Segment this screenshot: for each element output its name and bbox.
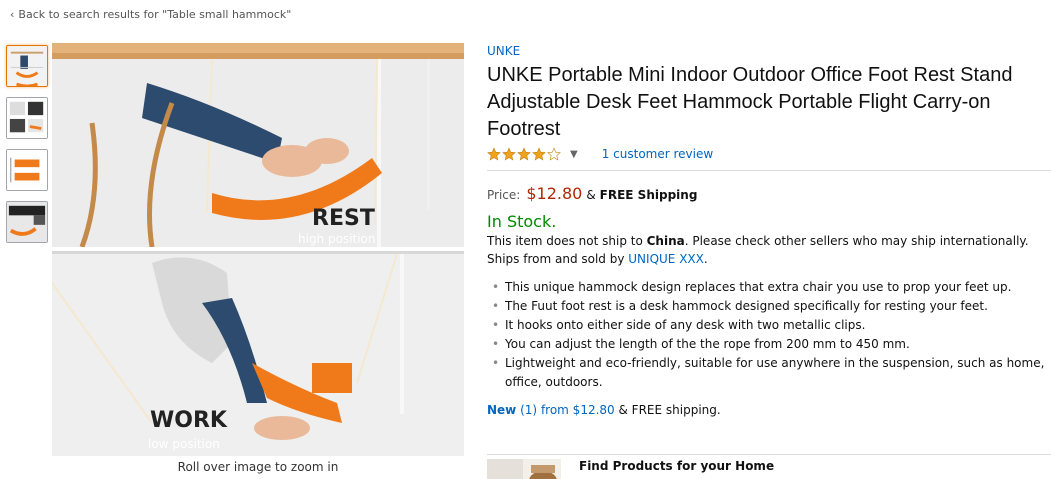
in-stock-status: In Stock. [487,212,557,231]
find-products-title: Find Products for your Home [579,459,775,473]
thumbnail-1[interactable] [6,45,48,87]
product-title: UNKE Portable Mini Indoor Outdoor Office… [487,64,1013,140]
rating-row: ▼ 1 customer review [487,146,1047,162]
offer-from-link[interactable]: from $12.80 [541,403,615,417]
feature-bullet: The Fuut foot rest is a desk hammock des… [487,297,1047,316]
feature-bullet: This unique hammock design replaces that… [487,278,1047,297]
star-full-icon [502,147,516,161]
sold-by-post: . [703,252,708,266]
star-full-icon [517,147,531,161]
find-products-section: Find Products for your Home [487,454,1051,479]
feature-bullet: You can adjust the length of the the rop… [487,335,1047,354]
offers-row: New (1) from $12.80 & FREE shipping. [487,403,1047,417]
offer-shipping: & FREE shipping. [618,403,721,417]
ship-country: China [646,234,685,248]
rest-label: REST [312,206,375,231]
customer-reviews-link[interactable]: 1 customer review [602,147,713,161]
seller-link[interactable]: UNIQUE XXX [628,252,704,266]
price-row: Price: $12.80 & FREE Shipping [487,184,1047,203]
thumbnail-strip [6,45,50,253]
star-full-icon [487,147,501,161]
thumbnail-3[interactable] [6,149,48,191]
price-amp: & [586,188,596,202]
rest-sublabel: high position [298,232,376,246]
offer-count-link[interactable]: (1) [520,403,537,417]
brand-link[interactable]: UNKE [487,44,1047,58]
shipping-note: This item does not ship to China. Please… [487,232,1047,268]
ship-note-post: . Please check other sellers who may shi… [684,234,1029,248]
work-label: WORK [150,408,228,433]
chevron-left-icon: ‹ [10,8,15,21]
main-product-image[interactable]: REST high position WORK low position [52,43,464,456]
star-empty-icon [547,147,561,161]
product-info: UNKE UNKE Portable Mini Indoor Outdoor O… [487,44,1051,417]
zoom-hint: Roll over image to zoom in [177,460,339,474]
feature-bullets: This unique hammock design replaces that… [487,278,1047,392]
thumbnail-2[interactable] [6,97,48,139]
star-full-icon [532,147,546,161]
feature-bullet: Lightweight and eco-friendly, suitable f… [487,354,1047,392]
star-rating[interactable] [487,147,561,161]
feature-bullet: It hooks onto either side of any desk wi… [487,316,1047,335]
divider [487,170,1051,171]
work-sublabel: low position [148,437,220,451]
ship-note-pre: This item does not ship to [487,234,647,248]
sold-by-pre: Ships from and sold by [487,252,629,266]
free-shipping-text: FREE Shipping [599,188,698,202]
price-value: $12.80 [526,184,583,203]
caret-down-icon[interactable]: ▼ [570,149,578,160]
home-products-thumbnail[interactable] [487,459,561,479]
new-offers-label[interactable]: New [487,403,516,417]
back-to-results-link[interactable]: ‹ Back to search results for "Table small… [10,8,291,21]
thumbnail-4[interactable] [6,201,48,243]
back-link-text: Back to search results for "Table small … [18,8,292,21]
price-label: Price: [487,188,521,202]
